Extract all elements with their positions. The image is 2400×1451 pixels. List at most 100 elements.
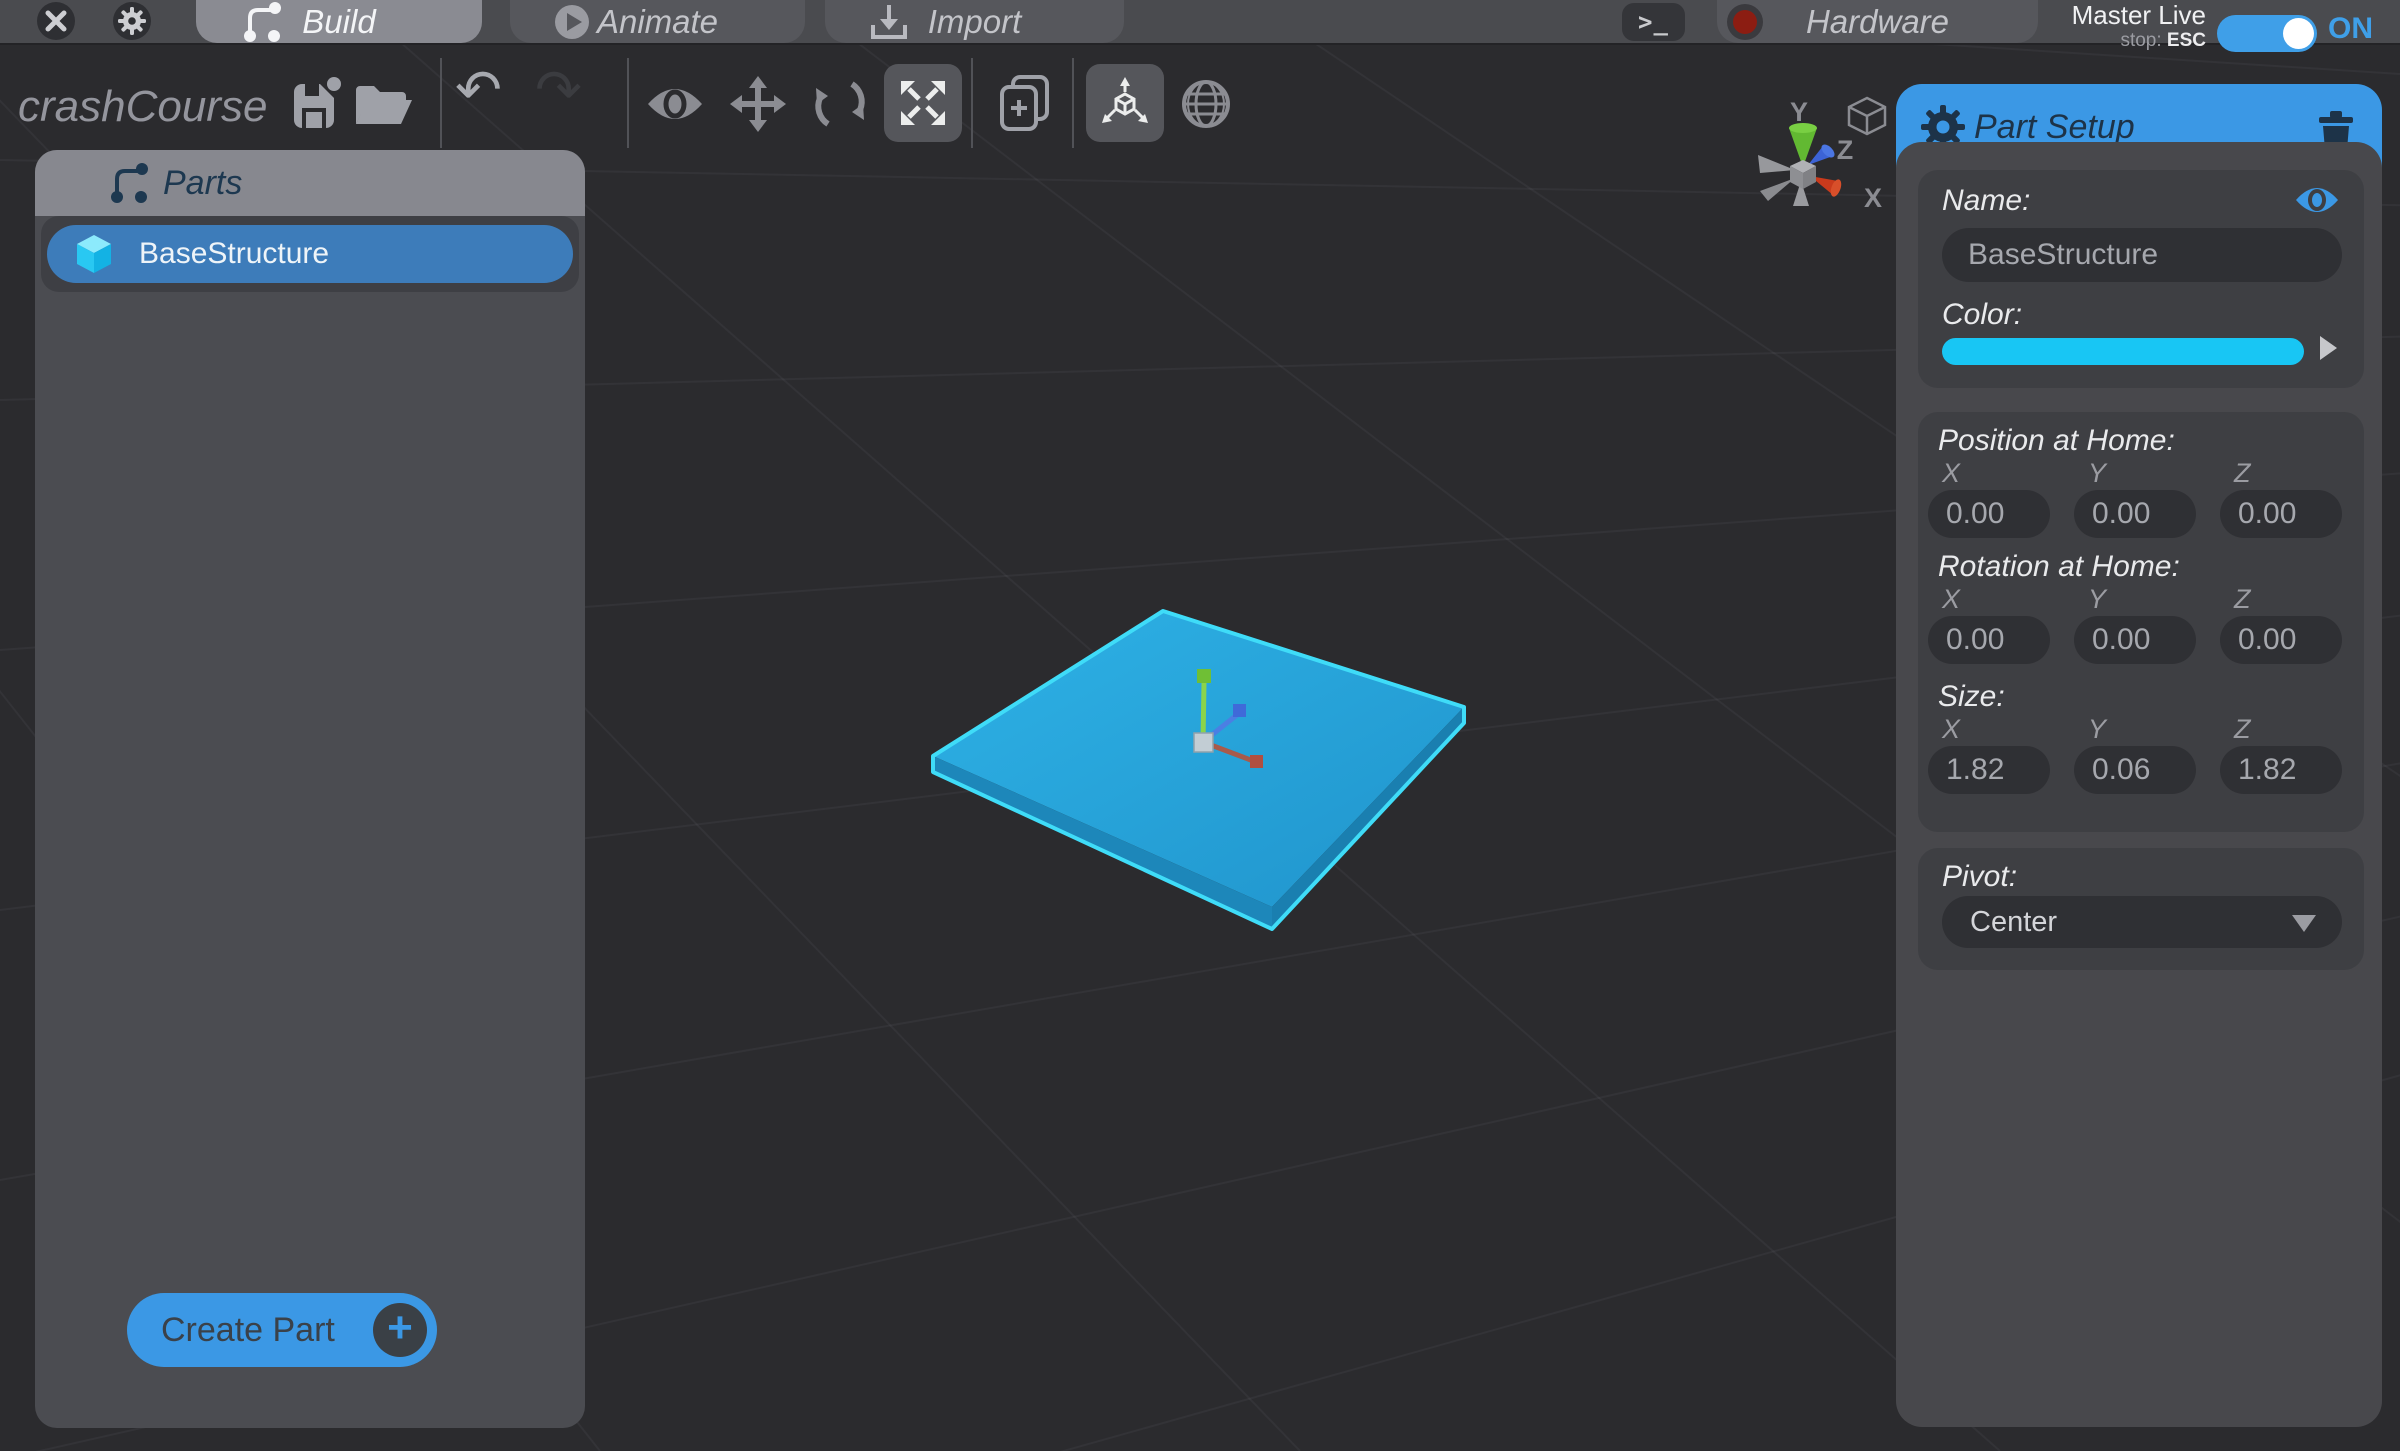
open-file-button[interactable] bbox=[352, 82, 414, 128]
chevron-down-icon bbox=[2292, 915, 2316, 932]
close-icon bbox=[45, 10, 67, 32]
name-color-card: Name: BaseStructure Color: bbox=[1918, 170, 2364, 388]
rotate-icon bbox=[812, 76, 868, 132]
part-list-item-selected[interactable]: BaseStructure bbox=[47, 225, 573, 283]
rotate-tool-button[interactable] bbox=[812, 76, 868, 132]
gizmo-x-handle bbox=[1250, 755, 1263, 768]
name-value: BaseStructure bbox=[1968, 238, 2158, 272]
rotation-y-input[interactable]: 0.00 bbox=[2074, 616, 2196, 664]
redo-icon: ↷ bbox=[535, 62, 582, 118]
import-icon bbox=[869, 3, 909, 41]
toolbar-divider bbox=[1072, 58, 1074, 148]
create-part-button[interactable]: Create Part + bbox=[127, 1293, 437, 1367]
create-part-label: Create Part bbox=[161, 1311, 335, 1350]
color-label: Color: bbox=[1942, 298, 2022, 332]
undo-button[interactable]: ↶ bbox=[455, 62, 502, 118]
rotation-y-axis-label: Y bbox=[2088, 584, 2106, 615]
local-axis-button[interactable] bbox=[1086, 64, 1164, 142]
position-y-input[interactable]: 0.00 bbox=[2074, 490, 2196, 538]
project-title: crashCourse bbox=[18, 82, 267, 132]
rotation-x-axis-label: X bbox=[1942, 584, 1960, 615]
parts-node-icon bbox=[107, 161, 151, 205]
terminal-icon: >_ bbox=[1638, 8, 1669, 36]
axis-cube-icon bbox=[1099, 77, 1151, 129]
master-live-stop-hint: stop: ESC bbox=[2040, 31, 2206, 51]
pivot-value: Center bbox=[1970, 906, 2057, 939]
record-icon bbox=[1727, 4, 1763, 40]
terminal-button[interactable]: >_ bbox=[1622, 3, 1685, 41]
tab-import-label: Import bbox=[928, 3, 1022, 41]
gizmo-y-handle bbox=[1197, 669, 1211, 683]
move-icon bbox=[730, 76, 786, 132]
toolbar-divider bbox=[440, 58, 442, 148]
part-setup-panel: Name: BaseStructure Color: Position at H… bbox=[1896, 142, 2382, 1427]
redo-button[interactable]: ↷ bbox=[535, 62, 582, 118]
save-button[interactable] bbox=[290, 76, 342, 130]
duplicate-icon bbox=[999, 74, 1051, 132]
gizmo-label-y: Y bbox=[1790, 97, 1808, 127]
master-live-state: ON bbox=[2328, 12, 2373, 46]
tab-import[interactable]: Import bbox=[825, 0, 1124, 43]
settings-button[interactable] bbox=[113, 2, 151, 40]
gizmo-label-z: Z bbox=[1837, 135, 1854, 165]
parts-list: BaseStructure bbox=[41, 216, 579, 292]
size-y-axis-label: Y bbox=[2088, 714, 2106, 745]
position-x-axis-label: X bbox=[1942, 458, 1960, 489]
move-tool-button[interactable] bbox=[730, 76, 786, 132]
undo-icon: ↶ bbox=[455, 62, 502, 118]
transform-card: Position at Home: X Y Z 0.00 0.00 0.00 R… bbox=[1918, 412, 2364, 832]
toolbar-divider bbox=[971, 58, 973, 148]
rotation-x-input[interactable]: 0.00 bbox=[1928, 616, 2050, 664]
pivot-label: Pivot: bbox=[1942, 860, 2017, 894]
size-y-input[interactable]: 0.06 bbox=[2074, 746, 2196, 794]
close-button[interactable] bbox=[37, 2, 75, 40]
tab-build-label: Build bbox=[302, 3, 375, 41]
gizmo-label-x: X bbox=[1864, 183, 1882, 213]
pivot-dropdown[interactable]: Center bbox=[1942, 896, 2342, 948]
tab-animate[interactable]: Animate bbox=[510, 0, 805, 43]
orientation-gizmo[interactable]: Y Z X bbox=[1758, 97, 1885, 213]
rotation-z-axis-label: Z bbox=[2234, 584, 2251, 615]
build-node-icon bbox=[240, 0, 284, 44]
view-mode-button[interactable] bbox=[645, 83, 705, 125]
tab-build[interactable]: Build bbox=[196, 0, 482, 43]
master-live-block: Master Live stop: ESC bbox=[2040, 1, 2206, 51]
size-label: Size: bbox=[1938, 680, 2005, 714]
gear-icon bbox=[118, 7, 146, 35]
toolbar-divider bbox=[627, 58, 629, 148]
pivot-card: Pivot: Center bbox=[1918, 848, 2364, 970]
gizmo-origin-cube bbox=[1194, 733, 1213, 752]
gizmo-z-handle bbox=[1233, 704, 1246, 717]
part-list-item-label: BaseStructure bbox=[139, 237, 329, 271]
color-swatch-bar[interactable] bbox=[1942, 338, 2304, 365]
master-live-toggle[interactable] bbox=[2217, 15, 2317, 52]
part-basestructure-3d[interactable] bbox=[933, 611, 1464, 929]
color-expand-arrow-icon[interactable] bbox=[2320, 336, 2337, 360]
rotation-z-input[interactable]: 0.00 bbox=[2220, 616, 2342, 664]
size-x-axis-label: X bbox=[1942, 714, 1960, 745]
folder-icon bbox=[352, 82, 414, 128]
save-icon bbox=[290, 76, 342, 130]
scale-tool-button[interactable] bbox=[884, 64, 962, 142]
play-icon bbox=[554, 4, 590, 40]
eye-icon bbox=[645, 83, 705, 125]
tab-hardware-label: Hardware bbox=[1806, 3, 1949, 41]
duplicate-button[interactable] bbox=[999, 74, 1051, 132]
tab-hardware[interactable]: Hardware bbox=[1717, 0, 2038, 43]
position-y-axis-label: Y bbox=[2088, 458, 2106, 489]
size-x-input[interactable]: 1.82 bbox=[1928, 746, 2050, 794]
toggle-knob bbox=[2283, 18, 2314, 49]
name-input[interactable]: BaseStructure bbox=[1942, 228, 2342, 282]
app-window: Y Z X bbox=[0, 0, 2400, 1451]
rotation-label: Rotation at Home: bbox=[1938, 550, 2180, 584]
position-z-input[interactable]: 0.00 bbox=[2220, 490, 2342, 538]
visibility-eye-icon[interactable] bbox=[2294, 184, 2340, 216]
plus-icon: + bbox=[373, 1303, 427, 1357]
position-z-axis-label: Z bbox=[2234, 458, 2251, 489]
size-z-input[interactable]: 1.82 bbox=[2220, 746, 2342, 794]
world-grid-button[interactable] bbox=[1180, 78, 1232, 130]
projection-cube-icon[interactable] bbox=[1849, 98, 1885, 134]
position-x-input[interactable]: 0.00 bbox=[1928, 490, 2050, 538]
top-bar: Build Animate Import >_ Hardware Ma bbox=[0, 0, 2400, 45]
part-cube-icon bbox=[75, 233, 113, 275]
